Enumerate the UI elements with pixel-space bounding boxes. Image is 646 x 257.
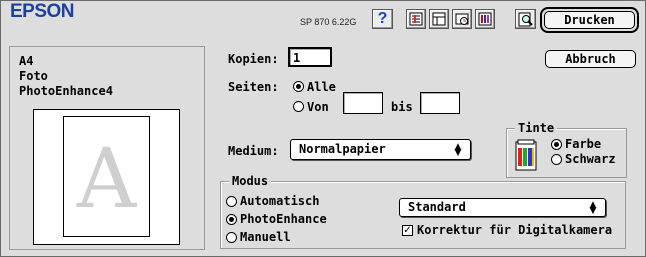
- copies-input[interactable]: 1: [288, 47, 332, 67]
- ink-black-label: Schwarz: [565, 152, 616, 166]
- modus-photoenhance-label: PhotoEnhance: [240, 212, 327, 226]
- copies-label: Kopien:: [228, 52, 279, 66]
- utility-icon[interactable]: [406, 9, 426, 29]
- preset-value: Standard: [408, 200, 466, 214]
- preview-icon[interactable]: [515, 9, 536, 29]
- ink-levels-icon[interactable]: [475, 9, 495, 29]
- model-version: SP 870 6.22G: [300, 17, 357, 27]
- pages-label: Seiten:: [228, 80, 279, 94]
- printer-status-icon[interactable]: [452, 9, 472, 29]
- select-arrows-icon: ▲ ▼: [589, 199, 597, 216]
- print-button[interactable]: Drucken: [544, 11, 635, 29]
- select-arrows-icon: ▲ ▼: [454, 141, 462, 158]
- pages-from-input[interactable]: [343, 92, 383, 114]
- pages-all-label: Alle: [307, 80, 336, 94]
- preview-glyph: A: [76, 132, 137, 227]
- layout-icon[interactable]: [429, 9, 449, 29]
- camera-correction-checkbox[interactable]: ✓: [402, 225, 413, 236]
- ink-black-radio[interactable]: [551, 154, 562, 165]
- medium-value: Normalpapier: [299, 142, 386, 156]
- summary-media: Foto: [19, 69, 48, 83]
- help-icon[interactable]: ?: [372, 9, 393, 29]
- ink-color-label: Farbe: [565, 137, 602, 151]
- pages-range-radio[interactable]: [293, 101, 304, 112]
- cancel-button[interactable]: Abbruch: [545, 50, 636, 68]
- pages-to-input[interactable]: [420, 92, 460, 114]
- modus-automatic-label: Automatisch: [240, 194, 320, 208]
- ink-group-title: Tinte: [515, 121, 558, 135]
- summary-mode: PhotoEnhance4: [19, 84, 113, 98]
- modus-manual-label: Manuell: [240, 230, 291, 244]
- preset-select[interactable]: Standard ▲ ▼: [399, 198, 606, 217]
- modus-photoenhance-radio[interactable]: [226, 214, 237, 225]
- modus-manual-radio[interactable]: [226, 232, 237, 243]
- pages-from-label: Von: [307, 100, 329, 114]
- pages-all-radio[interactable]: [293, 81, 304, 92]
- print-button-default-ring: Drucken: [540, 7, 639, 33]
- medium-select[interactable]: Normalpapier ▲ ▼: [290, 139, 471, 160]
- print-dialog: EPSON SP 870 6.22G ? Drucken Abbruch A4 …: [0, 0, 646, 257]
- modus-group-title: Modus: [229, 174, 272, 188]
- preview-sheet: A: [63, 116, 150, 237]
- camera-correction-label: Korrektur für Digitalkamera: [417, 223, 613, 237]
- page-preview: A: [33, 109, 180, 245]
- ink-color-radio[interactable]: [551, 139, 562, 150]
- modus-automatic-radio[interactable]: [226, 196, 237, 207]
- brand-logo: EPSON: [10, 1, 75, 22]
- summary-paper-size: A4: [19, 54, 34, 68]
- pages-to-label: bis: [391, 100, 413, 114]
- ink-cartridge-icon: [514, 138, 538, 172]
- medium-label: Medium:: [228, 144, 279, 158]
- copies-value: 1: [293, 51, 301, 65]
- summary-panel: A4 Foto PhotoEnhance4 A: [9, 46, 205, 250]
